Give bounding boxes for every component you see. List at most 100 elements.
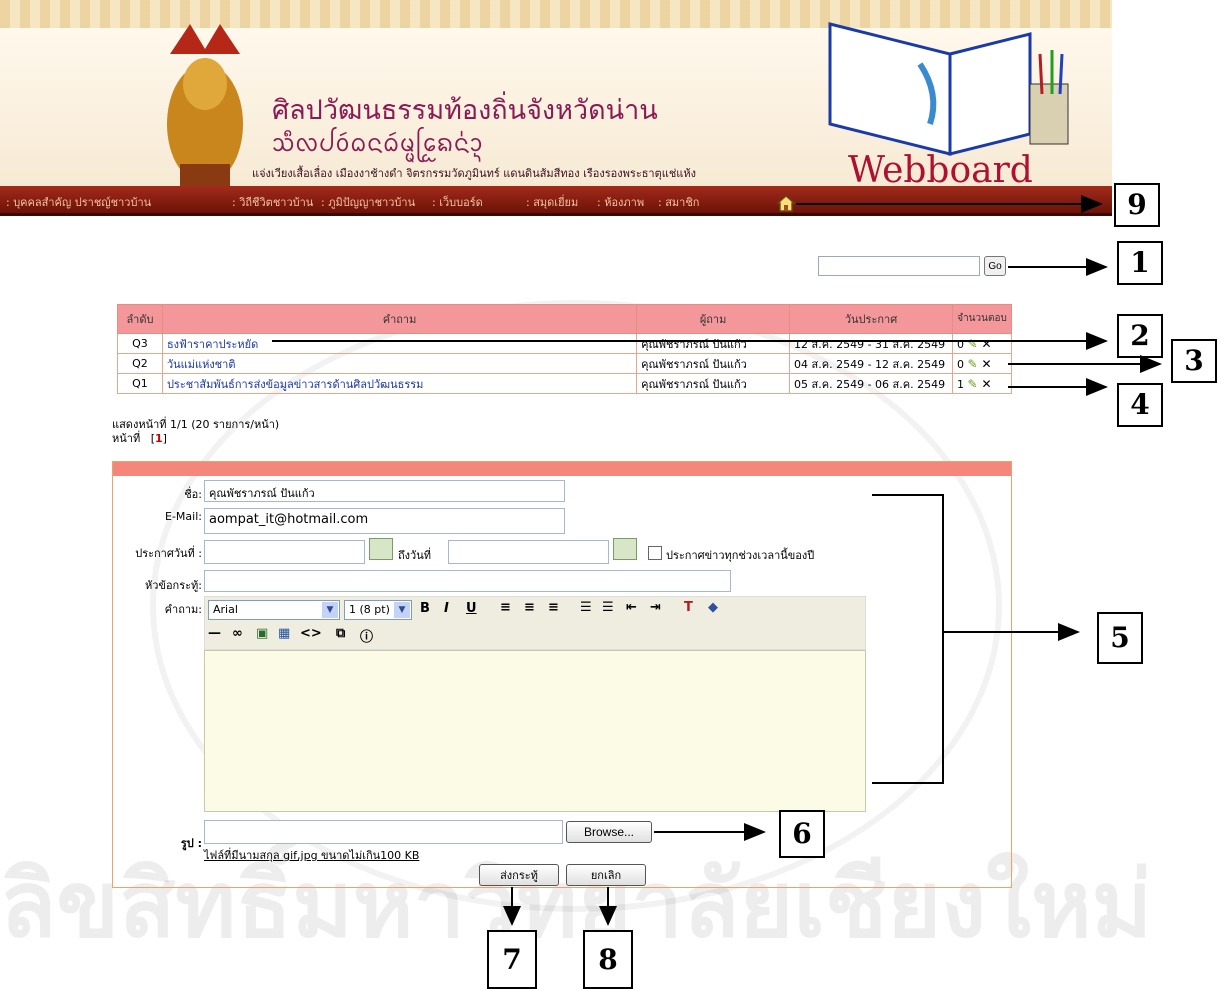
bold-icon[interactable]: B bbox=[420, 601, 430, 616]
callout-label: 2 bbox=[1117, 314, 1163, 358]
nav-item-lifestyle[interactable]: : วิถีชีวิตชาวบ้าน bbox=[232, 193, 313, 211]
text-color-icon[interactable]: T bbox=[684, 600, 693, 615]
edit-icon[interactable]: ✎ bbox=[968, 357, 982, 371]
garuda-logo bbox=[167, 24, 243, 190]
bg-color-icon[interactable]: ◆ bbox=[708, 600, 718, 615]
info-icon[interactable]: ⓘ bbox=[360, 626, 373, 645]
all-year-checkbox[interactable] bbox=[648, 546, 662, 560]
link-icon[interactable]: ∞ bbox=[232, 626, 243, 641]
date-to-label: ถึงวันที่ bbox=[398, 549, 431, 562]
callout-label: 1 bbox=[1117, 241, 1163, 285]
nav-item-gallery[interactable]: : ห้องภาพ bbox=[597, 193, 644, 211]
cancel-button[interactable]: ยกเลิก bbox=[566, 864, 646, 886]
callout-arrow bbox=[272, 332, 1108, 350]
callout-label: 7 bbox=[487, 930, 537, 989]
date-to-field[interactable] bbox=[448, 540, 609, 564]
horizontal-rule-icon[interactable]: — bbox=[208, 626, 221, 641]
callout-arrow bbox=[944, 623, 1080, 641]
question-dates: 12 ส.ค. 2549 - 31 ส.ค. 2549 bbox=[789, 333, 954, 354]
align-right-icon[interactable]: ≡ bbox=[548, 600, 559, 615]
callout-bracket bbox=[942, 494, 944, 784]
callout-arrow bbox=[654, 823, 766, 841]
browse-button[interactable]: Browse... bbox=[566, 821, 652, 843]
nav-item-people[interactable]: : บุคคลสำคัญ ปราชญ์ชาวบ้าน bbox=[6, 193, 151, 211]
question-id: Q1 bbox=[117, 373, 163, 394]
submit-button[interactable]: ส่งกระทู้ bbox=[479, 864, 559, 886]
questions-table: ลำดับ คำถาม ผู้ถาม วันประกาศ จำนวนตอบ Q3… bbox=[117, 304, 1012, 394]
question-author: คุณพัชราภรณ์ ปันแก้ว bbox=[636, 353, 791, 374]
table-icon[interactable]: ▦ bbox=[278, 626, 290, 641]
callout-bracket bbox=[872, 782, 944, 784]
indent-icon[interactable]: ⇥ bbox=[650, 600, 661, 615]
question-label: คำถาม: bbox=[164, 603, 202, 616]
actions-cell: 0 ✎ ✕ bbox=[952, 353, 1012, 374]
column-header: จำนวนตอบ bbox=[952, 304, 1012, 334]
page-link-current[interactable]: 1 bbox=[155, 432, 163, 445]
callout-arrow bbox=[1008, 378, 1108, 396]
edit-icon[interactable]: ✎ bbox=[968, 377, 982, 391]
all-year-label: ประกาศข่าวทุกช่วงเวลานี้ของปี bbox=[666, 549, 815, 562]
callout-label: 9 bbox=[1114, 183, 1160, 227]
date-from-label: ประกาศวันที่ : bbox=[135, 547, 202, 560]
question-link[interactable]: ประชาสัมพันธ์การส่งข้อมูลข่าวสารด้านศิลป… bbox=[161, 373, 638, 394]
delete-icon[interactable]: ✕ bbox=[982, 357, 996, 371]
callout-arrow bbox=[796, 195, 1103, 213]
callout-arrow bbox=[599, 906, 617, 926]
file-note: ไฟล์ที่มีนามสกุล gif,jpg ขนาดไม่เกิน100 … bbox=[204, 849, 420, 862]
question-editor[interactable] bbox=[204, 650, 866, 812]
callout-label: 3 bbox=[1171, 339, 1217, 383]
search-input[interactable] bbox=[818, 256, 980, 276]
callout-arrow bbox=[1008, 355, 1162, 373]
size-select-value: 1 (8 pt) bbox=[349, 603, 390, 616]
italic-icon[interactable]: I bbox=[444, 601, 449, 616]
underline-icon[interactable]: U bbox=[466, 601, 477, 616]
question-link[interactable]: วันแม่แห่งชาติ bbox=[161, 353, 638, 374]
question-id: Q3 bbox=[117, 333, 163, 354]
subject-field[interactable] bbox=[204, 570, 731, 592]
outdent-icon[interactable]: ⇤ bbox=[626, 600, 637, 615]
nav-item-member[interactable]: : สมาชิก bbox=[658, 193, 699, 211]
question-link[interactable]: ธงฟ้าราคาประหยัด bbox=[161, 333, 638, 354]
subject-label: หัวข้อกระทู้: bbox=[145, 579, 202, 592]
edit-icon[interactable]: ✎ bbox=[968, 337, 982, 351]
name-field[interactable]: คุณพัชราภรณ์ ปันแก้ว bbox=[204, 480, 565, 502]
actions-cell: 0 ✎ ✕ bbox=[952, 333, 1012, 354]
question-dates: 04 ส.ค. 2549 - 12 ส.ค. 2549 bbox=[789, 353, 954, 374]
reply-count: 1 bbox=[957, 377, 965, 391]
go-button[interactable]: Go bbox=[984, 256, 1006, 276]
image-icon[interactable]: ▣ bbox=[256, 626, 268, 641]
question-dates: 05 ส.ค. 2549 - 06 ส.ค. 2549 bbox=[789, 373, 954, 394]
name-label: ชื่อ: bbox=[184, 488, 202, 501]
column-header: คำถาม bbox=[161, 304, 638, 334]
question-author: คุณพัชราภรณ์ ปันแก้ว bbox=[636, 373, 791, 394]
calendar-icon[interactable] bbox=[369, 538, 393, 560]
question-id: Q2 bbox=[117, 353, 163, 374]
email-label: E-Mail: bbox=[165, 510, 202, 523]
webboard-logo: Webboard bbox=[848, 150, 1033, 191]
email-field[interactable]: aompat_it@hotmail.com bbox=[204, 508, 565, 534]
date-from-field[interactable] bbox=[204, 540, 365, 564]
align-left-icon[interactable]: ≡ bbox=[500, 600, 511, 615]
delete-icon[interactable]: ✕ bbox=[982, 377, 996, 391]
size-select[interactable]: 1 (8 pt) ▼ bbox=[344, 600, 412, 620]
callout-label: 6 bbox=[779, 810, 825, 858]
nav-item-webboard[interactable]: : เว็บบอร์ด bbox=[432, 193, 483, 211]
nav-item-guestbook[interactable]: : สมุดเยี่ยม bbox=[526, 193, 578, 211]
bullet-list-icon[interactable]: ☰ bbox=[602, 600, 614, 615]
nav-item-wisdom[interactable]: : ภูมิปัญญาชาวบ้าน bbox=[321, 193, 415, 211]
table-row: Q1 ประชาสัมพันธ์การส่งข้อมูลข่าวสารด้านศ… bbox=[117, 373, 1012, 394]
fullscreen-icon[interactable]: ⧉ bbox=[336, 626, 345, 641]
align-center-icon[interactable]: ≡ bbox=[524, 600, 535, 615]
font-select[interactable]: Arial ▼ bbox=[208, 600, 340, 620]
reply-count: 0 bbox=[957, 357, 965, 371]
ordered-list-icon[interactable]: ☰ bbox=[580, 600, 592, 615]
source-code-icon[interactable]: <> bbox=[300, 626, 322, 641]
calendar-icon[interactable] bbox=[613, 538, 637, 560]
callout-label: 5 bbox=[1097, 612, 1143, 664]
paging-info: แสดงหน้าที่ 1/1 (20 รายการ/หน้า) หน้าที่… bbox=[112, 418, 279, 446]
delete-icon[interactable]: ✕ bbox=[982, 337, 996, 351]
home-icon[interactable] bbox=[776, 194, 796, 212]
file-input[interactable] bbox=[204, 820, 563, 844]
actions-cell: 1 ✎ ✕ bbox=[952, 373, 1012, 394]
paging-bracket: ] bbox=[162, 432, 167, 445]
